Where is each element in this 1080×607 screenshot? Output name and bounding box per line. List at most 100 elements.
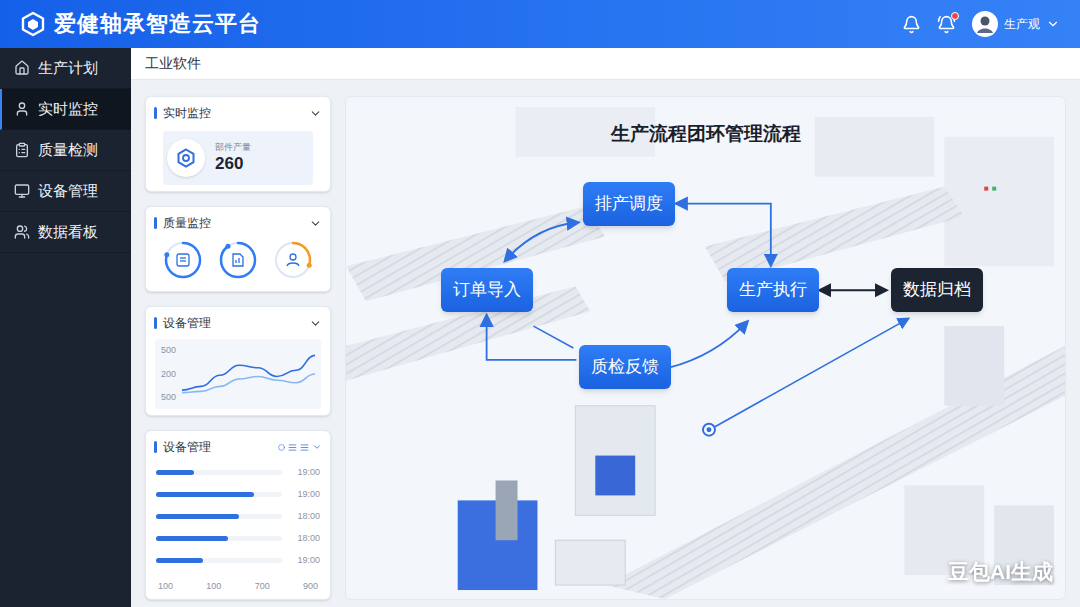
x-tick: 100 [206,580,221,594]
equipment-row: 19:00 [156,555,320,566]
bar-track [156,558,282,563]
watermark: 豆包AI生成 [948,556,1053,588]
brand[interactable]: 爱健轴承智造云平台 [20,10,261,38]
row-time: 18:00 [290,510,320,524]
page-header: 工业软件 [131,48,1080,80]
factory-illustration [346,97,1065,599]
circle-icon[interactable] [278,444,285,451]
sidebar-item-icon [14,224,30,240]
equipment-row: 18:00 [156,511,320,522]
card-header: 实时监控 [146,97,330,121]
bell-icon[interactable] [902,15,921,34]
chart-line [182,355,315,390]
sidebar-item-icon [14,142,30,158]
title-marker [154,441,157,453]
trend-card: 设备管理 500 200 500 [145,306,331,416]
card-title: 实时监控 [163,105,211,121]
metric-value: 260 [215,153,251,175]
list-icon[interactable] [288,443,297,452]
sidebar-item-icon [14,101,30,117]
sidebar-item-icon [14,183,30,199]
equipment-row: 19:00 [156,467,320,478]
x-tick: 100 [158,580,173,594]
user-settings-icon [287,254,299,266]
metric-box: 部件产量260 [163,131,313,185]
sidebar-item[interactable]: 数据看板 [0,212,131,253]
x-tick: 700 [255,580,270,594]
title-marker [154,107,157,119]
diagram-title: 生产流程团环管理流程 [346,121,1065,147]
quality-gauge [217,239,259,281]
equipment-row: 18:00 [156,533,320,544]
card-header: 设备管理 [146,307,330,331]
diagram-arrows [346,97,1065,599]
flow-node[interactable]: 生产执行 [727,268,819,312]
avatar-icon [972,11,998,37]
bar-fill [156,514,239,519]
equipment-row: 19:00 [156,489,320,500]
card-title: 质量监控 [163,215,211,231]
flow-node[interactable]: 质检反馈 [579,345,671,389]
y-tick: 200 [161,369,176,380]
flow-node[interactable]: 排产调度 [583,182,675,226]
trend-chart: 500 200 500 [155,339,321,409]
sidebar: 生产计划实时监控质量检测设备管理数据看板 [0,48,131,607]
y-tick: 500 [161,392,176,403]
diagram-panel: 生产流程团环管理流程排产调度订单导入 生产执行 数据归档质检反馈豆包AI生成 [345,96,1066,600]
row-time: 19:00 [290,554,320,568]
unread-badge [951,12,959,20]
app: 爱健轴承智造云平台生产观生产计划实时监控质量检测设备管理数据看板工业软件实时监控… [0,0,1080,607]
bar-fill [156,492,254,497]
flow-node[interactable]: 订单导入 [441,268,533,312]
hexagon-icon [176,148,196,168]
dropdown-icon[interactable] [312,442,322,452]
card-header: 设备管理 [146,431,330,455]
card-title: 设备管理 [163,439,211,455]
logo-icon [20,11,46,37]
metric-label: 部件产量 [215,141,251,153]
chevron-down-icon[interactable] [309,317,322,330]
user-menu[interactable]: 生产观 [972,11,1060,37]
bar-track [156,536,282,541]
sidebar-item[interactable]: 实时监控 [0,89,131,130]
bar-fill [156,536,228,541]
sidebar-item[interactable]: 设备管理 [0,171,131,212]
quality-card: 质量监控 [145,206,331,292]
chart-line [182,374,315,393]
page-title: 工业软件 [145,53,201,74]
y-tick: 500 [161,345,176,356]
top-bar: 爱健轴承智造云平台 生产观 [0,0,1080,48]
chevron-down-icon[interactable] [309,217,322,230]
x-tick: 900 [303,580,318,594]
document-icon [177,254,189,266]
realtime-card: 实时监控部件产量260 [145,96,331,192]
bar-track [156,470,282,475]
bar-track [156,514,282,519]
bar-track [156,492,282,497]
row-time: 18:00 [290,532,320,546]
chevron-down-icon[interactable] [309,107,322,120]
chevron-down-icon [1046,17,1060,31]
equipment-card: 设备管理 19:00 19:00 18:00 18:00 19:00 100 100 700 90… [145,430,331,600]
line-chart [182,343,315,405]
user-name: 生产观 [1004,15,1040,33]
flow-node[interactable]: 数据归档 [891,268,983,312]
app-title: 爱健轴承智造云平台 [54,10,261,38]
bar-fill [156,558,203,563]
row-time: 19:00 [290,466,320,480]
quality-gauge [272,239,314,281]
sidebar-item-icon [14,60,30,76]
card-header: 质量监控 [146,207,330,231]
quality-gauge [162,239,204,281]
sidebar-item[interactable]: 质量检测 [0,130,131,171]
anchor-dot [703,424,715,436]
list-icon[interactable] [300,443,309,452]
main-area: 工业软件实时监控部件产量260 质量监控设备管理 500 200 500 设备管理 19:0… [131,48,1080,607]
sidebar-item[interactable]: 生产计划 [0,48,131,89]
notifications-button[interactable] [937,15,956,34]
bar-fill [156,470,194,475]
title-marker [154,217,157,229]
title-marker [154,317,157,329]
row-time: 19:00 [290,488,320,502]
file-chart-icon [233,254,243,266]
